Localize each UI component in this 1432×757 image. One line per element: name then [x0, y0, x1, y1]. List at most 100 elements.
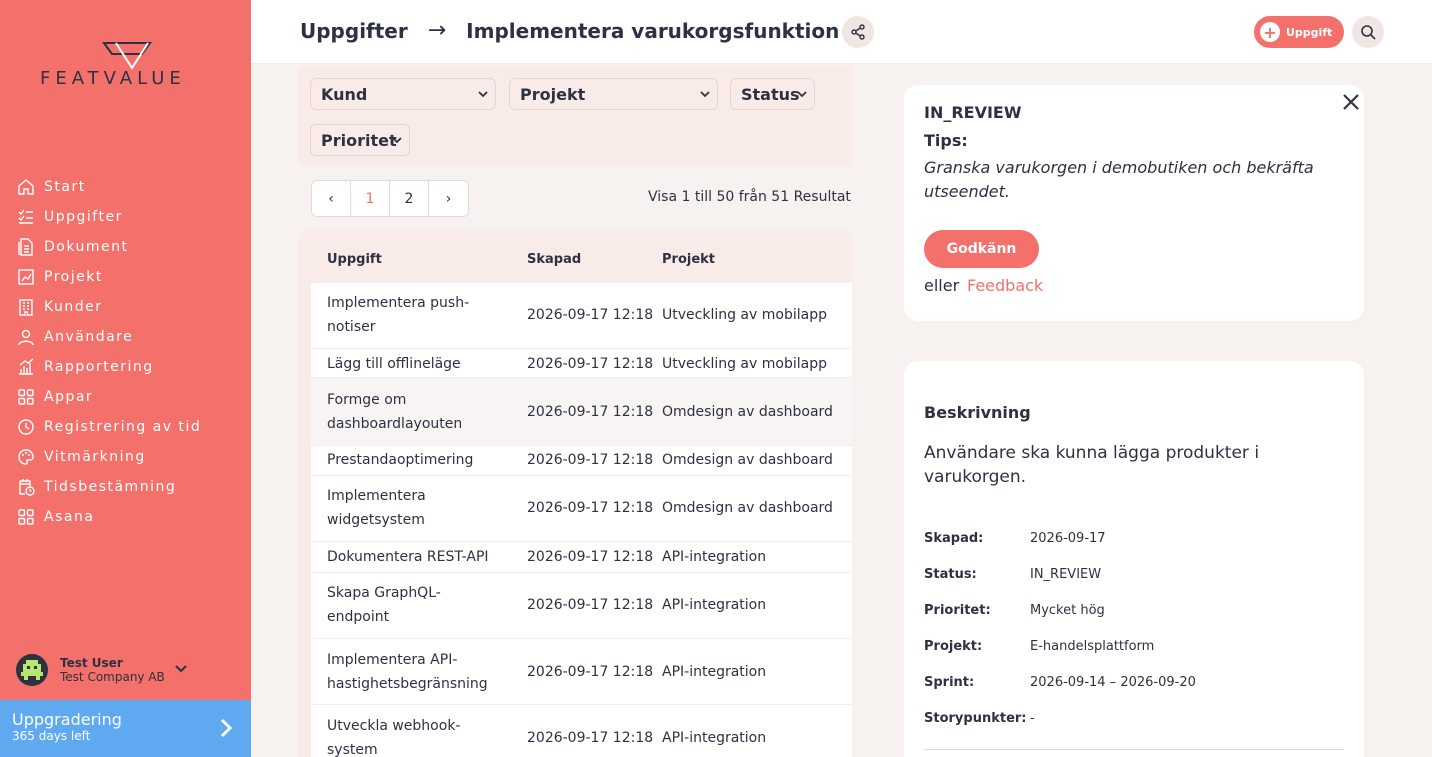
share-button[interactable]	[842, 16, 874, 48]
sidebar-item-projekt[interactable]: Projekt	[16, 262, 201, 292]
table-row[interactable]: Prestandaoptimering 2026-09-17 12:18 Omd…	[311, 446, 852, 476]
sidebar-item-rapportering[interactable]: Rapportering	[16, 352, 201, 382]
priority-filter-select[interactable]: Prioritet	[310, 124, 410, 156]
sidebar-item-vitmarkning[interactable]: Vitmärkning	[16, 442, 201, 472]
page-1-button[interactable]: 1	[351, 181, 390, 216]
description-heading: Beskrivning	[924, 403, 1031, 422]
chevron-down-icon	[797, 91, 807, 98]
table-row[interactable]: Dokumentera REST-API 2026-09-17 12:18 AP…	[311, 542, 852, 573]
task-created: 2026-09-17 12:18	[527, 664, 654, 680]
task-project: Utveckling av mobilapp	[662, 356, 827, 372]
status-filter-label: Status	[741, 84, 800, 104]
task-created: 2026-09-17 12:18	[527, 356, 654, 372]
project-filter-select[interactable]: Projekt	[509, 78, 718, 110]
table-row[interactable]: Implementera widgetsystem 2026-09-17 12:…	[311, 476, 852, 542]
search-button[interactable]	[1352, 16, 1384, 48]
apps-icon	[16, 507, 36, 527]
column-header-task[interactable]: Uppgift	[327, 252, 382, 267]
sidebar-item-label: Start	[44, 179, 86, 195]
upgrade-banner[interactable]: Uppgradering 365 days left	[0, 700, 251, 757]
sidebar-item-start[interactable]: Start	[16, 172, 201, 202]
table-row[interactable]: Lägg till offlineläge 2026-09-17 12:18 U…	[311, 349, 852, 378]
avatar-pixel-icon	[21, 660, 43, 680]
task-project: Omdesign av dashboard	[662, 452, 833, 468]
result-count: Visa 1 till 50 från 51 Resultat	[648, 189, 851, 205]
sidebar-item-label: Registrering av tid	[44, 419, 202, 435]
close-icon[interactable]	[1340, 91, 1362, 113]
user-company: Test Company AB	[60, 670, 165, 684]
sidebar-item-dokument[interactable]: Dokument	[16, 232, 201, 262]
table-body: Implementera push-notiser 2026-09-17 12:…	[311, 283, 852, 757]
chevron-down-icon[interactable]	[174, 662, 188, 676]
task-project: Omdesign av dashboard	[662, 500, 833, 516]
page-2-button[interactable]: 2	[390, 181, 429, 216]
sidebar-item-uppgifter[interactable]: Uppgifter	[16, 202, 201, 232]
feedback-link[interactable]: Feedback	[967, 276, 1043, 295]
status-filter-select[interactable]: Status	[730, 78, 815, 110]
user-icon	[16, 327, 36, 347]
task-created: 2026-09-17 12:18	[527, 730, 654, 746]
sidebar-item-label: Rapportering	[44, 359, 154, 375]
add-task-label: Uppgift	[1286, 25, 1333, 39]
table-row[interactable]: Skapa GraphQL-endpoint 2026-09-17 12:18 …	[311, 573, 852, 639]
column-header-created[interactable]: Skapad	[527, 252, 581, 267]
home-icon	[16, 177, 36, 197]
task-name: Implementera widgetsystem	[327, 488, 426, 528]
priority-filter-label: Prioritet	[321, 130, 397, 150]
table-row[interactable]: Utveckla webhook-system 2026-09-17 12:18…	[311, 705, 852, 757]
meta-sprint-label: Sprint:	[924, 675, 975, 690]
sidebar-item-label: Användare	[44, 329, 134, 345]
task-name: Dokumentera REST-API	[327, 549, 489, 565]
sidebar-item-tidsbestamning[interactable]: Tidsbestämning	[16, 472, 201, 502]
task-name: Prestandaoptimering	[327, 452, 474, 468]
tips-label: Tips:	[924, 131, 968, 150]
breadcrumb-root[interactable]: Uppgifter	[300, 19, 408, 43]
task-created: 2026-09-17 12:18	[527, 597, 654, 613]
sidebar-item-kunder[interactable]: Kunder	[16, 292, 201, 322]
sidebar-item-label: Dokument	[44, 239, 129, 255]
task-name: Utveckla webhook-system	[327, 718, 461, 757]
table-row[interactable]: Formge om dashboardlayouten 2026-09-17 1…	[311, 378, 852, 446]
meta-created-value: 2026-09-17	[1030, 531, 1106, 546]
logo[interactable]: FEATVALUE	[40, 40, 215, 90]
project-filter-label: Projekt	[520, 84, 586, 104]
customer-filter-label: Kund	[321, 84, 368, 104]
meta-storypoints-value: -	[1030, 711, 1035, 726]
chevron-down-icon	[478, 91, 488, 98]
prev-page-button[interactable]: ‹	[312, 181, 351, 216]
table-row[interactable]: Implementera push-notiser 2026-09-17 12:…	[311, 283, 852, 349]
building-icon	[16, 297, 36, 317]
sidebar-item-registrering-av-tid[interactable]: Registrering av tid	[16, 412, 201, 442]
chevron-down-icon	[700, 91, 710, 98]
description-card: Beskrivning Användare ska kunna lägga pr…	[904, 361, 1364, 757]
approve-button[interactable]: Godkänn	[924, 230, 1039, 268]
next-page-button[interactable]: ›	[429, 181, 468, 216]
filter-bar: Kund Projekt Status Prioritet	[299, 66, 852, 166]
sidebar-item-anvandare[interactable]: Användare	[16, 322, 201, 352]
task-project: API-integration	[662, 730, 767, 746]
add-task-button[interactable]: + Uppgift	[1254, 16, 1344, 48]
sidebar-item-appar[interactable]: Appar	[16, 382, 201, 412]
apps-icon	[16, 387, 36, 407]
column-header-project[interactable]: Projekt	[662, 252, 715, 267]
chevron-down-icon	[392, 137, 402, 144]
logo-mark-icon	[102, 42, 152, 70]
task-project: Utveckling av mobilapp	[662, 307, 827, 323]
search-icon	[1361, 25, 1376, 40]
task-created: 2026-09-17 12:18	[527, 500, 654, 516]
palette-icon	[16, 447, 36, 467]
meta-priority-label: Prioritet:	[924, 603, 991, 618]
sidebar-item-asana[interactable]: Asana	[16, 502, 201, 532]
customer-filter-select[interactable]: Kund	[310, 78, 496, 110]
task-created: 2026-09-17 12:18	[527, 452, 654, 468]
task-name: Lägg till offlineläge	[327, 356, 461, 372]
chevron-right-icon	[220, 718, 233, 738]
table-header: Uppgift Skapad Projekt	[299, 230, 852, 283]
description-text: Användare ska kunna lägga produkter i va…	[924, 443, 1260, 487]
upgrade-subtitle: 365 days left	[12, 729, 91, 743]
table-row[interactable]: Implementera API-hastighetsbegränsning 2…	[311, 639, 852, 705]
task-project: API-integration	[662, 549, 767, 565]
task-created: 2026-09-17 12:18	[527, 307, 654, 323]
review-card: IN_REVIEW Tips: Granska varukorgen i dem…	[904, 85, 1364, 321]
user-menu[interactable]: Test User Test Company AB	[16, 652, 236, 688]
